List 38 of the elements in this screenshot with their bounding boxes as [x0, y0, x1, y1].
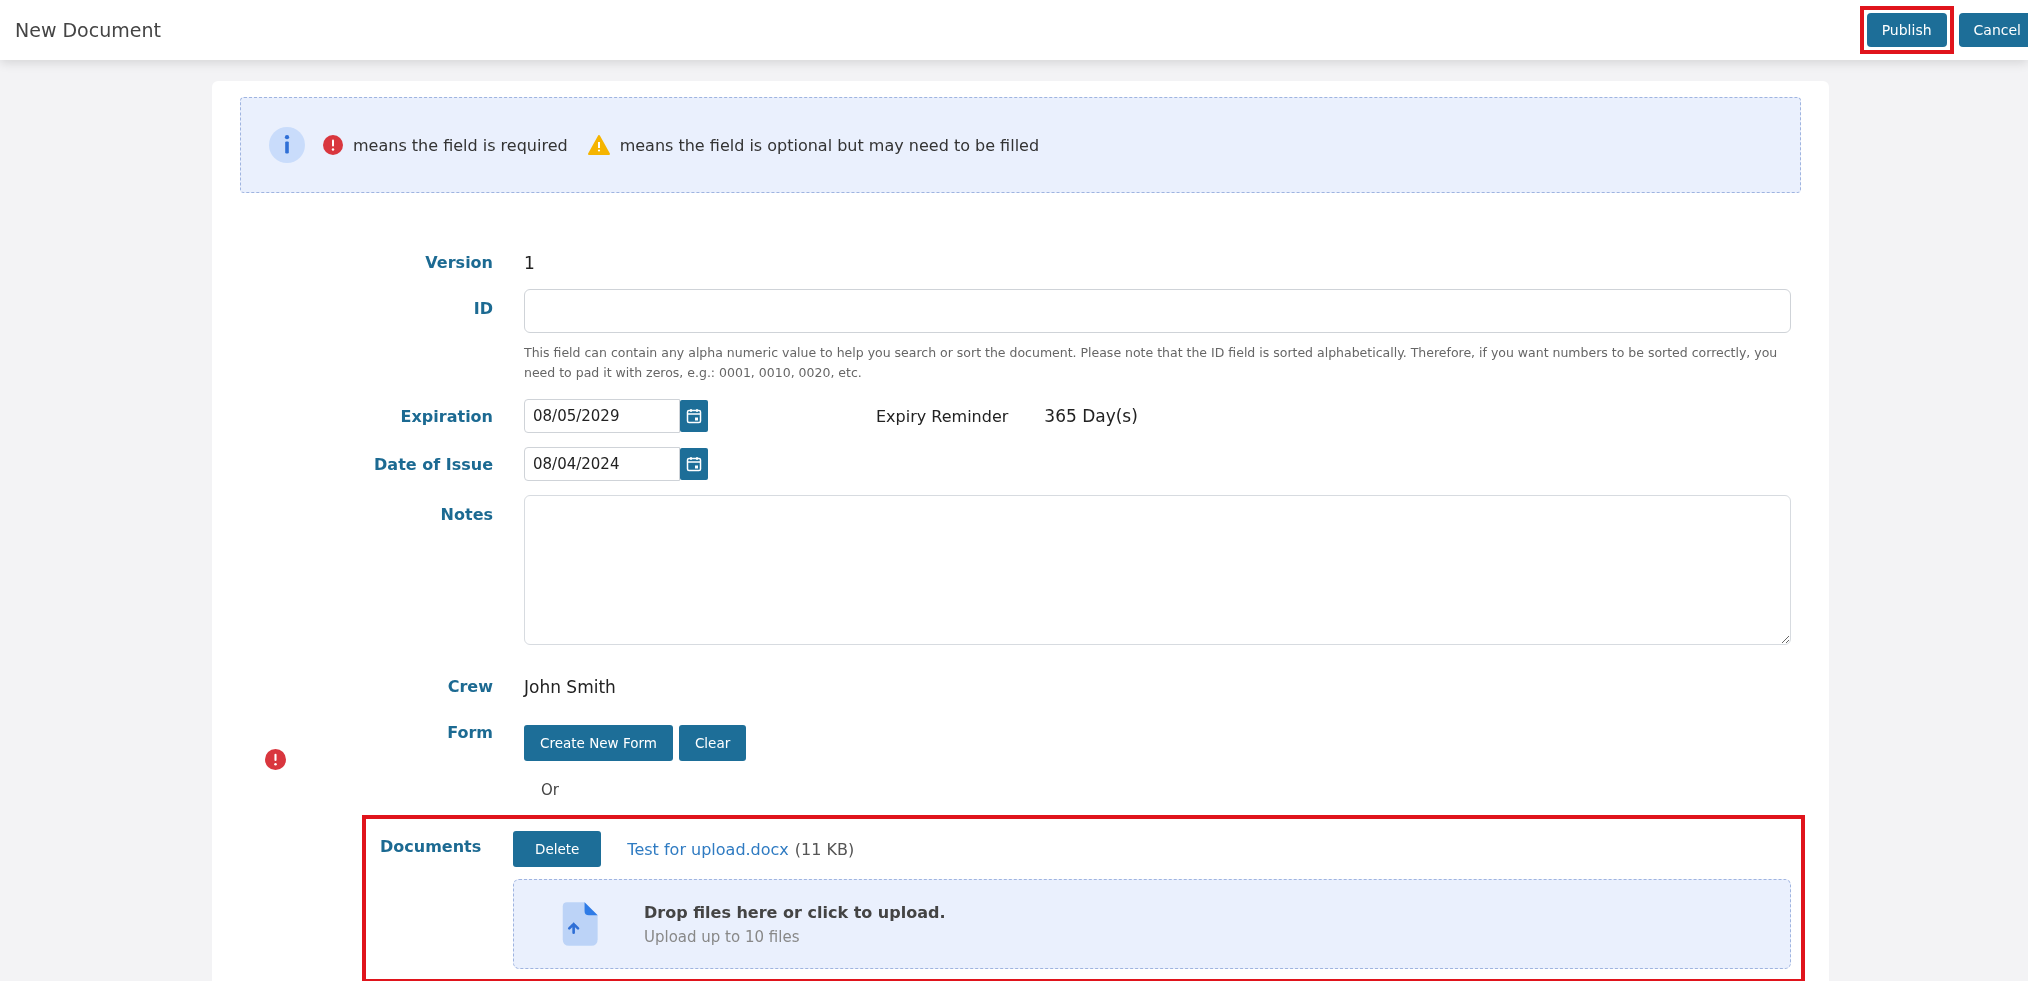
form-button[interactable]: Create New Form [524, 725, 673, 761]
form-button[interactable]: Clear [678, 725, 747, 761]
calendar-icon [686, 456, 702, 472]
info-icon [269, 127, 305, 163]
calendar-button[interactable] [680, 448, 708, 480]
field-label: Crew [447, 677, 493, 696]
field-label: Expiration [400, 407, 493, 426]
notes-field[interactable] [524, 495, 1791, 645]
header-button[interactable]: Cancel [1958, 13, 2028, 47]
error-icon [323, 135, 343, 155]
field-label: Notes [440, 505, 493, 524]
calendar-button[interactable] [680, 400, 708, 432]
dropzone-title: Drop files here or click to upload. [644, 902, 946, 922]
field-label: Version [425, 253, 493, 272]
date-field[interactable]: 08/04/2024 [524, 447, 680, 481]
warning-icon [587, 135, 610, 155]
field-value: 365 Day(s) [1044, 406, 1138, 426]
header-button[interactable]: Publish [1866, 13, 1947, 47]
upload-dropzone[interactable]: Drop files here or click to upload. Upload up to 10 files [513, 879, 1791, 969]
calendar-icon [686, 408, 702, 424]
file-size: (11 KB) [794, 839, 855, 859]
field-value: John Smith [524, 676, 616, 697]
file-link[interactable]: Test for upload.docx [627, 839, 789, 859]
field-label: Expiry Reminder [876, 406, 1009, 426]
or-text: Or [541, 781, 559, 799]
input-field[interactable] [524, 289, 1791, 333]
field-value: 1 [524, 252, 535, 273]
legend-text: means the field is optional but may need to be filled [619, 135, 1040, 155]
dropzone-subtitle: Upload up to 10 files [644, 927, 801, 946]
delete-button[interactable]: Delete [513, 831, 602, 867]
field-label: Documents [380, 837, 482, 856]
legend-text: means the field is required [353, 135, 568, 155]
field-label: Date of Issue [374, 455, 493, 474]
page-title: New Document [14, 19, 161, 41]
date-field[interactable]: 08/05/2029 [524, 399, 680, 433]
field-label: ID [473, 299, 493, 318]
help-text: This field can contain any alpha numeric value to help you search or sort the document. Please note that the ID field is sorted alphabetically. Therefore, if you want numbers to be sorted correctly, you need to pad it with zeros, e.g.: 0001, 0010, 0020, etc. [524, 344, 1779, 382]
field-label: Form [447, 723, 493, 742]
